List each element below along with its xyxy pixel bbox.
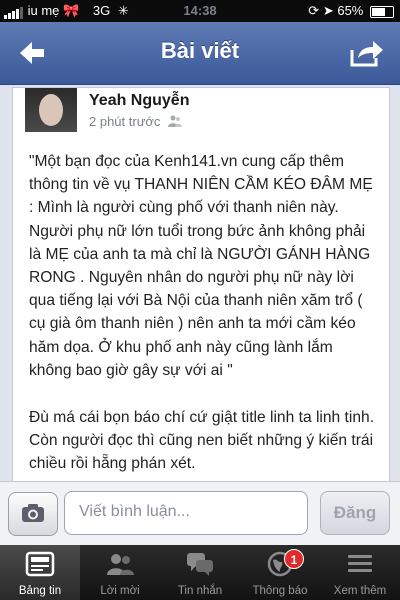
share-button[interactable] — [346, 36, 386, 70]
tab-more[interactable]: Xem thêm — [320, 545, 400, 600]
rotation-lock-icon: ⟳ — [308, 3, 320, 18]
comment-input[interactable]: Viết bình luận... — [64, 491, 308, 535]
post-content-area[interactable]: Yeah Nguyễn 2 phút trước "Một bạn đọc củ… — [0, 85, 400, 481]
tab-news-feed[interactable]: Bảng tin — [0, 545, 80, 600]
tab-label: Thông báo — [252, 585, 308, 597]
camera-icon — [22, 504, 44, 522]
post-time: 2 phút trước — [89, 114, 183, 130]
post-card: Yeah Nguyễn 2 phút trước "Một bạn đọc củ… — [12, 87, 390, 481]
share-icon — [350, 41, 383, 67]
more-menu-icon — [348, 555, 372, 572]
status-right: ⟳ ➤ 65% — [308, 3, 394, 19]
post-time-label: 2 phút trước — [89, 114, 161, 129]
tab-bar: Bảng tin Lời mời Tin nhắn 1 Thông báo Xe… — [0, 545, 400, 600]
news-feed-icon — [25, 551, 55, 577]
tab-notifications[interactable]: 1 Thông báo — [240, 545, 320, 600]
navigation-bar: Bài viết — [0, 22, 400, 85]
friends-audience-icon — [168, 115, 183, 130]
tab-label: Lời mời — [100, 585, 140, 597]
avatar[interactable] — [25, 88, 77, 132]
tab-label: Tin nhắn — [177, 585, 223, 597]
location-icon: ➤ — [322, 3, 334, 18]
tab-label: Bảng tin — [18, 585, 62, 597]
page-title: Bài viết — [160, 38, 240, 63]
notification-count-badge: 1 — [284, 549, 304, 569]
post-paragraph: Đù má cái bọn báo chí cứ giật title linh… — [29, 409, 375, 473]
post-author[interactable]: Yeah Nguyễn — [89, 92, 189, 110]
post-comment-button[interactable]: Đăng — [320, 491, 390, 535]
messages-icon — [187, 553, 213, 576]
comment-composer: Viết bình luận... Đăng — [0, 481, 400, 546]
tab-messages[interactable]: Tin nhắn — [160, 545, 240, 600]
battery-percent: 65% — [337, 3, 364, 18]
post-body: "Một bạn đọc của Kenh141.vn cung cấp thê… — [29, 150, 379, 481]
camera-button[interactable] — [8, 492, 58, 536]
tab-label: Xem thêm — [333, 585, 387, 597]
battery-icon — [370, 5, 394, 18]
tab-friend-requests[interactable]: Lời mời — [80, 545, 160, 600]
post-paragraph: "Một bạn đọc của Kenh141.vn cung cấp thê… — [29, 153, 373, 379]
status-bar: iu mẹ 🎀 3G ✳ 14:38 ⟳ ➤ 65% — [0, 0, 400, 22]
friend-requests-icon — [107, 554, 134, 575]
